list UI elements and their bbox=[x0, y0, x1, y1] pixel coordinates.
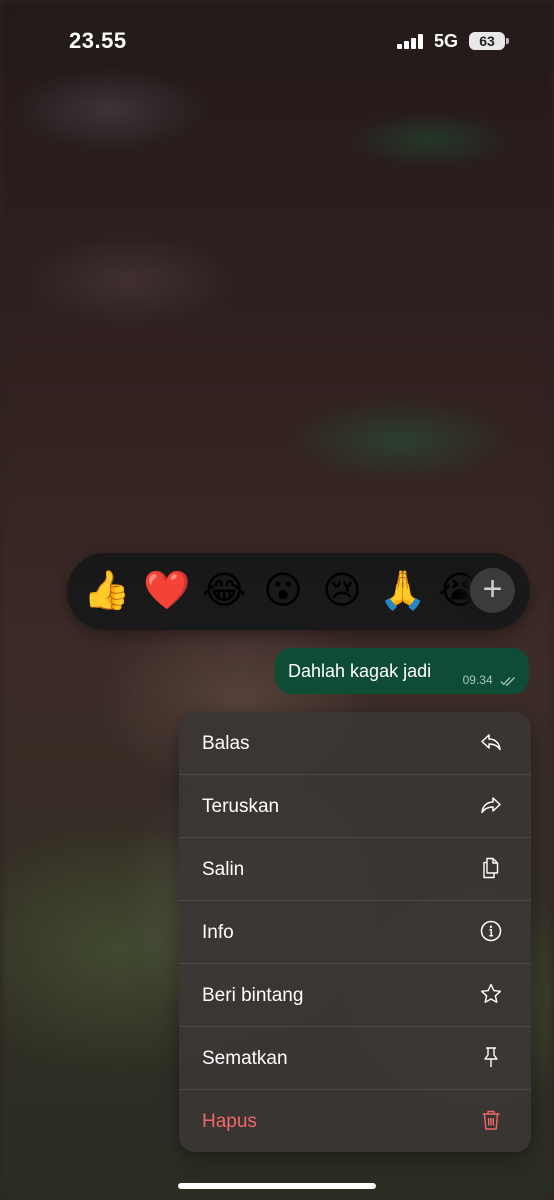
menu-item-pin[interactable]: Sematkan bbox=[179, 1027, 531, 1090]
message-text: Dahlah kagak jadi bbox=[288, 661, 432, 681]
status-bar: 23.55 5G 63 bbox=[0, 0, 554, 80]
double-check-icon bbox=[500, 677, 515, 686]
copy-icon bbox=[483, 857, 499, 879]
menu-item-reply[interactable]: Balas bbox=[179, 712, 531, 775]
menu-item-label: Balas bbox=[202, 733, 250, 754]
more-reactions-plus-icon[interactable]: + bbox=[470, 568, 515, 613]
trash-icon bbox=[482, 1110, 500, 1130]
menu-item-label: Teruskan bbox=[202, 796, 280, 817]
menu-item-info[interactable]: Info bbox=[179, 901, 531, 964]
menu-item-copy[interactable]: Salin bbox=[179, 838, 531, 901]
home-indicator[interactable] bbox=[178, 1183, 376, 1189]
reaction-crying[interactable]: 😢 bbox=[320, 569, 364, 613]
menu-item-delete[interactable]: Hapus bbox=[179, 1090, 531, 1152]
reaction-tears-of-joy[interactable]: 😂 bbox=[202, 569, 246, 613]
message-meta: 09.34 bbox=[463, 673, 517, 687]
menu-item-label: Sematkan bbox=[202, 1048, 288, 1069]
menu-item-label: Hapus bbox=[202, 1111, 257, 1132]
reaction-red-heart[interactable]: ❤️ bbox=[143, 569, 190, 613]
star-icon bbox=[480, 983, 502, 1003]
menu-item-label: Salin bbox=[202, 859, 245, 880]
selected-message-bubble: Dahlah kagak jadi 09.34 bbox=[275, 648, 529, 694]
reply-icon bbox=[481, 734, 501, 751]
menu-item-label: Beri bintang bbox=[202, 985, 304, 1006]
reaction-thumbs-up[interactable]: 👍 bbox=[83, 569, 130, 613]
status-time: 23.55 bbox=[69, 28, 127, 53]
network-type: 5G bbox=[434, 31, 459, 51]
reaction-bar: 👍 ❤️ 😂 😮 😢 🙏 😭 bbox=[67, 553, 530, 630]
battery-tip bbox=[506, 38, 509, 44]
reaction-surprised[interactable]: 😮 bbox=[261, 569, 305, 613]
context-menu: Balas Teruskan Salin Info Beri bintang S… bbox=[179, 712, 531, 1152]
reaction-folded-hands[interactable]: 🙏 bbox=[379, 569, 426, 613]
menu-item-label: Info bbox=[202, 922, 234, 943]
forward-icon bbox=[481, 797, 501, 814]
message-time: 09.34 bbox=[462, 673, 493, 687]
pin-icon bbox=[484, 1047, 498, 1067]
menu-item-star[interactable]: Beri bintang bbox=[179, 964, 531, 1027]
info-icon bbox=[480, 920, 502, 942]
menu-item-forward[interactable]: Teruskan bbox=[179, 775, 531, 838]
signal-icon bbox=[397, 34, 425, 49]
battery-icon: 63 bbox=[469, 32, 505, 50]
